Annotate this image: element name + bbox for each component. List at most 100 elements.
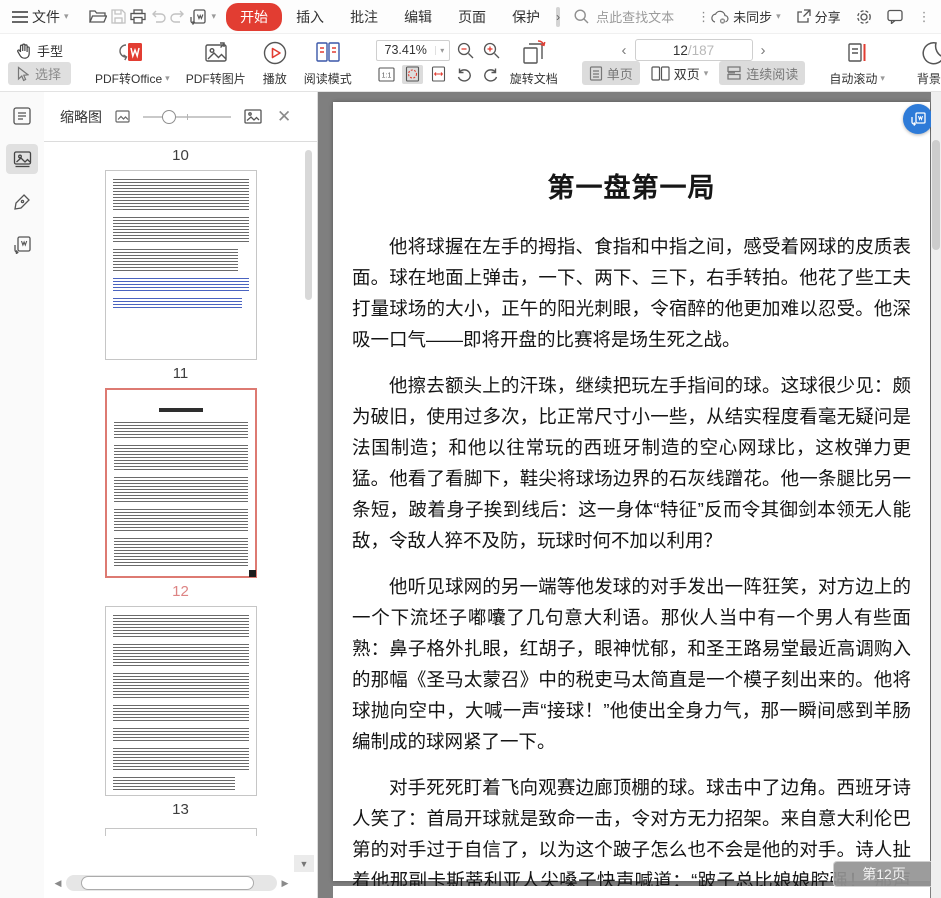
thumb-text-block [112,644,249,668]
scroll-left-icon[interactable]: ◀ [52,878,64,889]
thumb-page-label: 13 [172,801,189,818]
next-page-button[interactable]: › [761,42,766,59]
tab-edit[interactable]: 编辑 [392,4,444,30]
thumb-text-block [113,509,248,533]
double-page-icon [651,65,670,81]
sync-status[interactable]: 未同步 ▾ [710,7,781,26]
thumbnails-panel-button[interactable] [6,144,38,174]
thumb-text-block [113,445,248,472]
close-panel-icon[interactable]: ✕ [277,107,291,127]
zoom-out-button[interactable] [455,41,476,60]
gear-icon[interactable] [856,9,872,25]
search-box[interactable]: 点此查找文本 ⋮ [574,7,710,26]
save-button[interactable] [110,5,126,29]
thumbnail-small-icon[interactable] [115,110,130,123]
thumb-title-block [158,408,203,412]
continuous-reading-button[interactable]: 连续阅读 [719,61,806,85]
paragraph: 他将球握在左手的拇指、食指和中指之间，感受着网球的皮质表面。球在地面上弹击，一下… [352,236,911,350]
print-button[interactable] [129,5,146,29]
search-more-icon[interactable]: ⋮ [697,9,710,25]
slider-knob[interactable] [162,109,177,124]
background-label: 背景 [916,71,941,86]
continuous-reading-label: 连续阅读 [746,66,799,82]
play-button[interactable]: 播放 [254,38,296,86]
rotate-document-button[interactable]: 旋转文档 [502,38,566,86]
doc-convert-icon [911,112,926,126]
zoom-in-button[interactable] [481,41,502,60]
thumbnail-page-14-partial[interactable] [104,828,257,836]
page-indicator-badge: 第12页 [833,861,935,887]
tab-page[interactable]: 页面 [446,4,498,30]
thumbnail-page-11[interactable] [104,170,257,360]
single-page-mode-button[interactable]: 单页 [581,61,640,85]
thumbnail-large-icon[interactable] [244,109,262,124]
pdf-to-image-icon [204,42,227,62]
redo-button[interactable] [169,5,186,29]
thumbnail-page-13[interactable] [104,606,257,796]
pdf-to-image-button[interactable]: PDF转图片 [178,38,254,86]
reading-mode-button[interactable]: 阅读模式 [296,38,360,86]
tool-bar: 手型 选择 PDF转Office ▾ PDF转图片 播放 阅读模式 73.41%… [0,34,941,92]
double-page-mode-button[interactable]: 双页 ▾ [644,61,716,85]
more-tabs-expander[interactable]: › [556,6,561,27]
sidebar-vertical-scrollbar-thumb[interactable] [305,150,312,300]
search-icon [574,9,589,24]
slider-tick [187,113,188,120]
rotate-left-button[interactable] [454,65,475,84]
zoom-group: 73.41% ▾ 1:1 [375,38,502,86]
fit-width-button[interactable] [428,65,449,84]
hand-tool-label: 手型 [37,44,64,59]
rotate-right-button[interactable] [480,65,501,84]
document-body: 他将球握在左手的拇指、食指和中指之间，感受着网球的皮质表面。球在地面上弹击，一下… [333,231,930,898]
feedback-comment-icon[interactable] [886,9,903,24]
tab-protect[interactable]: 保护 [500,4,552,30]
annotation-panel-button[interactable] [6,187,38,217]
sidebar-horizontal-scrollbar[interactable]: ◀ ▶ [52,875,291,891]
zoom-level-combobox[interactable]: 73.41% ▾ [375,39,450,61]
hand-tool-button[interactable]: 手型 [8,39,71,62]
thumbnail-size-slider[interactable] [143,109,231,124]
page-number-input[interactable]: 12 /187 [634,39,753,61]
open-file-button[interactable] [88,5,107,29]
auto-scroll-button[interactable]: 自动滚动 ▾ [821,38,893,86]
fit-page-button[interactable] [401,64,423,84]
hscroll-track[interactable] [66,875,277,891]
file-menu-label: 文件 [32,8,60,25]
file-menu[interactable]: 文件 ▾ [32,7,69,27]
sidebar-scroll-down-button[interactable]: ▼ [294,855,314,872]
page-navigation-group: ‹ 12 /187 › 单页 双页 ▾ 连续阅读 [581,38,806,86]
thumb-page-label: 10 [172,147,189,164]
select-tool-button[interactable]: 选择 [8,62,72,85]
thumb-text-block [112,705,249,723]
thumb-page-label-current: 12 [172,583,189,600]
previous-page-button[interactable]: ‹ [622,42,627,59]
share-button[interactable]: 分享 [796,7,841,26]
outline-panel-button[interactable] [6,101,38,131]
main-vertical-scrollbar[interactable] [931,92,941,898]
more-options-icon[interactable]: ⋮ [918,9,931,25]
total-page-number: /187 [687,42,715,58]
rotate-document-label: 旋转文档 [509,71,558,86]
undo-button[interactable] [150,5,166,29]
play-icon [263,41,286,65]
hscroll-thumb[interactable] [80,876,254,890]
tab-insert[interactable]: 插入 [284,4,336,30]
actual-size-button[interactable]: 1:1 [376,65,397,84]
thumbnail-page-12-current[interactable] [104,388,257,578]
document-viewer[interactable]: 第一盘第一局 他将球握在左手的拇指、食指和中指之间，感受着网球的皮质表面。球在地… [318,92,941,898]
thumbnail-panel-title: 缩略图 [60,108,102,125]
select-tool-label: 选择 [35,67,62,82]
document-page[interactable]: 第一盘第一局 他将球握在左手的拇指、食指和中指之间，感受着网球的皮质表面。球在地… [333,102,930,891]
thumb-text-block [113,538,248,568]
quickbar-chevron-icon[interactable]: ▾ [212,11,217,22]
background-button[interactable]: 背景▾ [909,38,941,86]
convert-doc-icon[interactable] [189,5,206,29]
main-scrollbar-thumb[interactable] [932,140,940,250]
convert-to-word-float-button[interactable] [903,104,933,134]
tab-home[interactable]: 开始 [226,2,283,31]
hamburger-menu-icon[interactable] [12,5,28,29]
scroll-right-icon[interactable]: ▶ [279,878,291,889]
pdf-to-office-button[interactable]: PDF转Office ▾ [87,38,178,86]
tab-annotate[interactable]: 批注 [338,4,390,30]
export-doc-button[interactable] [6,230,38,260]
